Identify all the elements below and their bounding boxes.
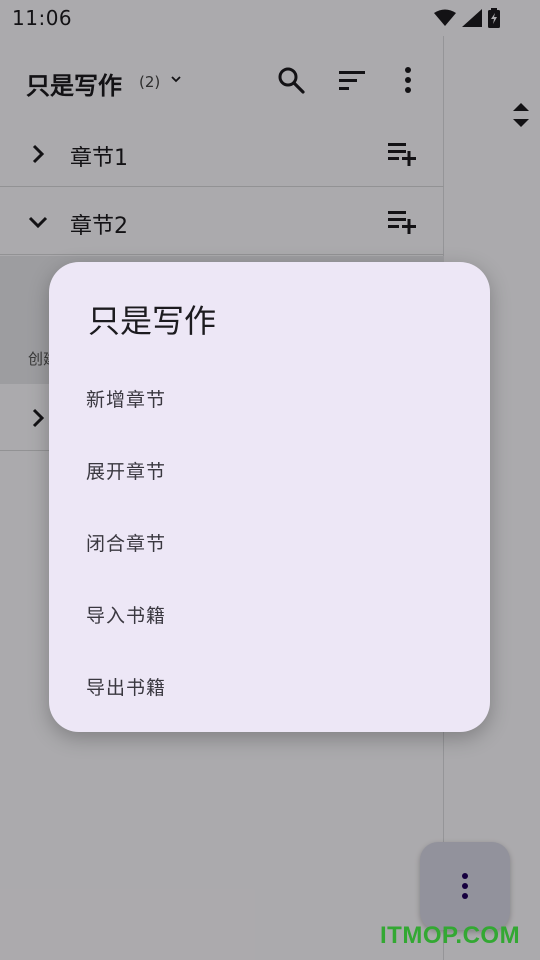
menu-item-export-book[interactable]: 导出书籍: [49, 650, 490, 722]
dialog-title: 只是写作: [88, 302, 217, 340]
book-menu-dialog: 只是写作 新增章节 展开章节 闭合章节 导入书籍 导出书籍: [49, 262, 490, 732]
menu-item-new-chapter[interactable]: 新增章节: [49, 362, 490, 434]
watermark: ITMOP.COM: [380, 922, 521, 949]
menu-item-import-book[interactable]: 导入书籍: [49, 578, 490, 650]
menu-item-collapse-chapters[interactable]: 闭合章节: [49, 506, 490, 578]
menu-item-expand-chapters[interactable]: 展开章节: [49, 434, 490, 506]
